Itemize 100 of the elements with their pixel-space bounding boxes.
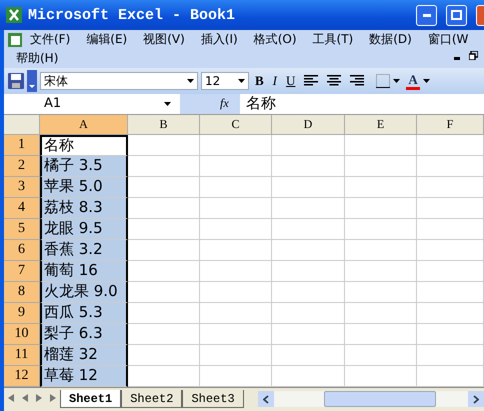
scrollbar-thumb[interactable] xyxy=(324,391,436,408)
borders-icon[interactable] xyxy=(376,74,390,88)
table-cell xyxy=(128,134,200,156)
maximize-button[interactable] xyxy=(446,4,467,26)
table-cell xyxy=(417,302,484,324)
sheet-tab[interactable]: Sheet1 xyxy=(60,390,122,408)
chevron-left-icon xyxy=(262,394,269,404)
table-cell xyxy=(417,344,484,366)
table-cell: 草莓 12 xyxy=(40,366,128,387)
table-cell xyxy=(200,302,272,324)
table-cell: 橘子 3.5 xyxy=(40,156,128,177)
column-header[interactable]: F xyxy=(417,114,484,135)
row-header[interactable]: 8 xyxy=(4,282,40,303)
table-cell xyxy=(128,156,200,177)
menu-item[interactable]: 数据(D) xyxy=(361,30,420,49)
table-cell: 葡萄 16 xyxy=(40,260,128,282)
table-cell xyxy=(200,344,272,366)
table-cell xyxy=(417,198,484,219)
dropdown-caret-icon[interactable] xyxy=(393,79,400,84)
font-name-field[interactable]: 宋体 xyxy=(40,72,198,90)
font-size-field[interactable]: 12 xyxy=(201,72,249,90)
table-cell xyxy=(128,240,200,261)
table-cell xyxy=(345,198,417,219)
minimize-icon xyxy=(422,14,430,16)
table-cell xyxy=(128,282,200,303)
italic-button[interactable]: I xyxy=(270,73,280,90)
table-cell xyxy=(200,134,272,156)
table-cell: 榴莲 32 xyxy=(40,344,128,366)
table-cell xyxy=(128,324,200,345)
column-header[interactable]: E xyxy=(345,114,417,135)
horizontal-scrollbar[interactable] xyxy=(258,391,484,408)
row-header[interactable]: 2 xyxy=(4,156,40,177)
row-header[interactable]: 6 xyxy=(4,240,40,261)
row-header[interactable]: 3 xyxy=(4,176,40,198)
column-header[interactable]: D xyxy=(272,114,345,135)
table-cell xyxy=(417,134,484,156)
window-title: Microsoft Excel - Book1 xyxy=(28,6,236,24)
table-cell: 苹果 5.0 xyxy=(40,176,128,198)
table-cell xyxy=(345,218,417,240)
underline-button[interactable]: U xyxy=(283,73,298,90)
menu-item[interactable]: 工具(T) xyxy=(304,30,362,49)
scroll-left-button[interactable] xyxy=(258,391,274,408)
column-header[interactable]: B xyxy=(128,114,200,135)
table-cell xyxy=(345,156,417,177)
close-button[interactable] xyxy=(476,4,484,26)
table-cell: 梨子 6.3 xyxy=(40,324,128,345)
row-header[interactable]: 4 xyxy=(4,198,40,219)
restore-icon[interactable] xyxy=(469,51,478,60)
font-color-button[interactable]: A xyxy=(406,72,420,90)
menu-item[interactable]: 编辑(E) xyxy=(78,30,136,49)
table-cell: 香蕉 3.2 xyxy=(40,240,128,261)
menu-item[interactable]: 文件(F) xyxy=(22,30,78,49)
table-cell xyxy=(417,218,484,240)
table-cell xyxy=(200,324,272,345)
formula-field[interactable]: 名称 xyxy=(240,94,484,114)
table-cell xyxy=(417,260,484,282)
menu-item[interactable]: 帮助(H) xyxy=(8,49,66,68)
table-cell xyxy=(345,260,417,282)
column-header[interactable]: A xyxy=(40,114,128,135)
bold-button[interactable]: B xyxy=(252,73,267,90)
row-header[interactable]: 7 xyxy=(4,260,40,282)
table-cell xyxy=(128,198,200,219)
workbook-icon xyxy=(8,32,22,46)
row-header[interactable]: 10 xyxy=(4,324,40,345)
align-center-icon[interactable] xyxy=(327,75,342,88)
spreadsheet-logo-icon xyxy=(6,7,22,23)
table-cell xyxy=(200,260,272,282)
table-cell xyxy=(345,282,417,303)
scroll-right-button[interactable] xyxy=(468,391,484,408)
row-header[interactable]: 12 xyxy=(4,366,40,387)
table-cell xyxy=(128,344,200,366)
caret-icon[interactable] xyxy=(238,79,245,84)
minimize-button[interactable] xyxy=(416,4,437,26)
table-cell xyxy=(345,134,417,156)
table-cell xyxy=(345,344,417,366)
table-cell: 火龙果 9.0 xyxy=(40,282,128,303)
sheet-tab[interactable]: Sheet3 xyxy=(182,390,244,408)
menu-item[interactable]: 格式(O) xyxy=(246,30,305,49)
caret-icon[interactable] xyxy=(187,79,194,84)
sheet-tab[interactable]: Sheet2 xyxy=(121,390,182,408)
save-icon[interactable] xyxy=(8,73,24,90)
align-right-icon[interactable] xyxy=(350,75,364,88)
menu-item[interactable]: 视图(V) xyxy=(135,30,193,49)
column-header[interactable]: C xyxy=(200,114,272,135)
table-cell xyxy=(200,198,272,219)
table-cell xyxy=(417,324,484,345)
insert-function-label[interactable]: fx xyxy=(220,96,240,112)
row-header[interactable]: 11 xyxy=(4,344,40,366)
row-header[interactable]: 5 xyxy=(4,218,40,240)
row-header[interactable]: 1 xyxy=(4,134,40,156)
table-cell xyxy=(128,218,200,240)
toolbar-options-icon[interactable] xyxy=(27,70,37,92)
name-box[interactable]: A1 xyxy=(4,94,180,114)
menu-item[interactable]: 插入(I) xyxy=(192,30,246,49)
menu-item[interactable]: 窗口(W xyxy=(420,30,476,49)
table-cell: 荔枝 8.3 xyxy=(40,198,128,219)
dropdown-caret-icon[interactable] xyxy=(164,102,171,106)
align-left-icon[interactable] xyxy=(304,75,318,88)
dropdown-caret-icon[interactable] xyxy=(422,79,430,84)
row-header[interactable]: 9 xyxy=(4,302,40,324)
